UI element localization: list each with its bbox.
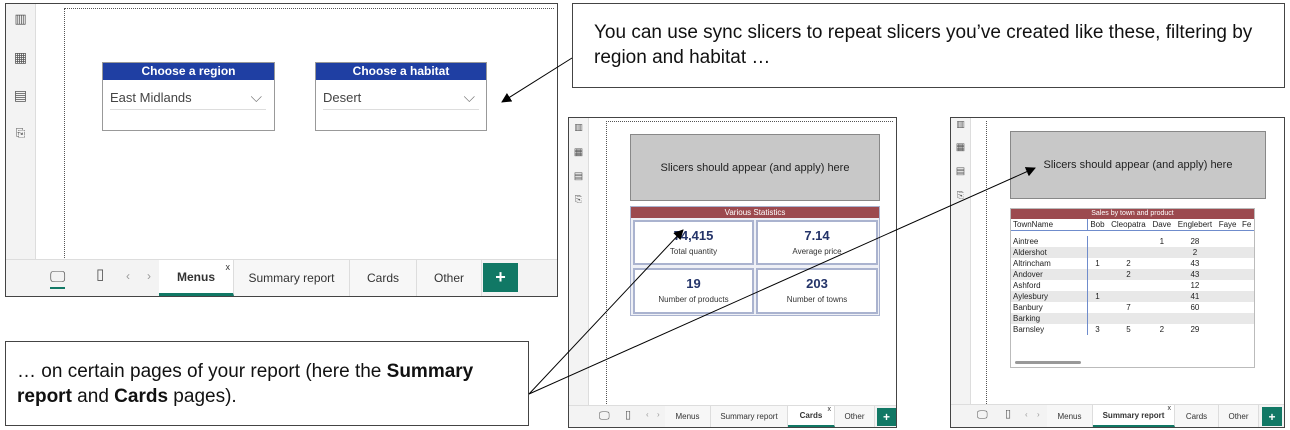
arrow-to-summary-page bbox=[528, 167, 1036, 395]
arrow-to-slicers bbox=[501, 57, 573, 103]
callout-arrows bbox=[501, 57, 1036, 395]
arrow-to-cards-page bbox=[528, 229, 684, 395]
